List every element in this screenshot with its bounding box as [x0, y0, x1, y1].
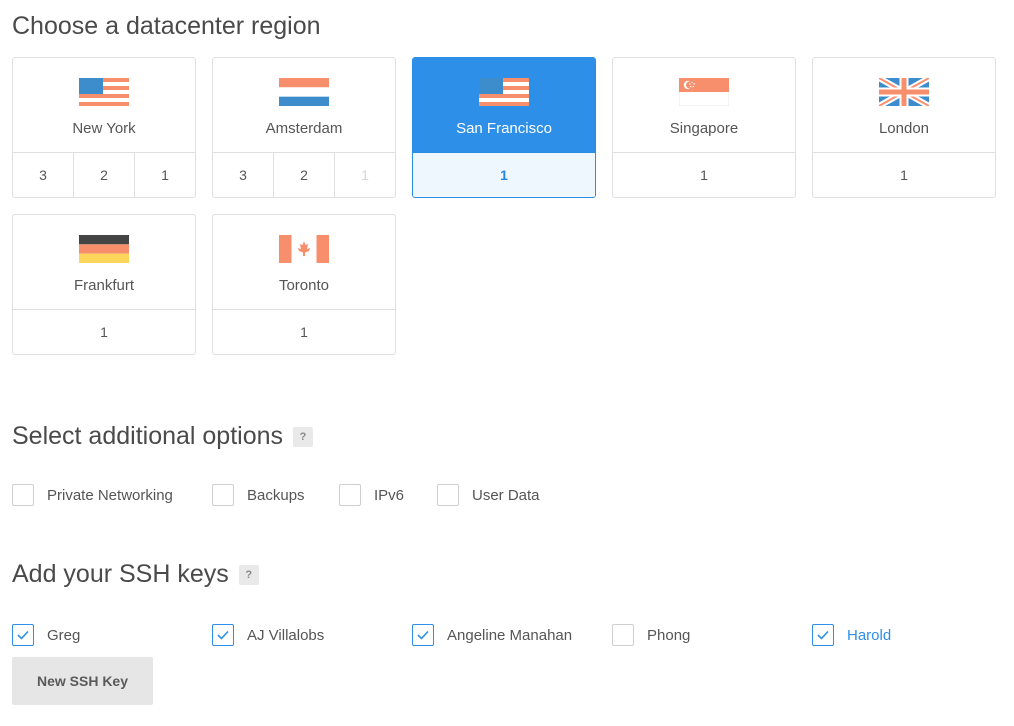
region-card-header: Frankfurt	[13, 215, 195, 310]
region-card-header: Singapore	[613, 58, 795, 153]
datacenter-option[interactable]: 1	[135, 153, 195, 197]
ssh-key-phong[interactable]: Phong	[612, 624, 690, 646]
option-backups[interactable]: Backups	[212, 484, 305, 506]
region-name: San Francisco	[456, 120, 552, 137]
option-private-networking[interactable]: Private Networking	[12, 484, 173, 506]
datacenter-option[interactable]: 3	[213, 153, 274, 197]
region-card-san-francisco[interactable]: San Francisco 1	[412, 57, 596, 198]
region-card-singapore[interactable]: Singapore 1	[612, 57, 796, 198]
checkbox[interactable]	[212, 484, 234, 506]
region-name: London	[878, 120, 930, 137]
option-user-data[interactable]: User Data	[437, 484, 540, 506]
new-ssh-key-button[interactable]: New SSH Key	[12, 657, 153, 705]
datacenter-option[interactable]: 1	[613, 153, 795, 197]
checkmark-icon	[217, 630, 229, 640]
region-card-header: Toronto	[213, 215, 395, 310]
checkbox-checked[interactable]	[412, 624, 434, 646]
region-heading: Choose a datacenter region	[12, 12, 321, 40]
datacenter-option[interactable]: 1	[213, 310, 395, 354]
ssh-key-aj-villalobs[interactable]: AJ Villalobs	[212, 624, 324, 646]
ssh-heading-text: Add your SSH keys	[12, 560, 229, 588]
region-card-new-york[interactable]: New York 3 2 1	[12, 57, 196, 198]
option-label: IPv6	[374, 486, 405, 504]
ssh-key-harold[interactable]: Harold	[812, 624, 891, 646]
region-card-header: Amsterdam	[213, 58, 395, 153]
options-help-icon[interactable]: ?	[293, 426, 314, 447]
ssh-key-angeline-manahan[interactable]: Angeline Manahan	[412, 624, 572, 646]
ssh-key-label: AJ Villalobs	[247, 626, 325, 644]
region-name: Singapore	[669, 120, 739, 137]
checkbox[interactable]	[339, 484, 361, 506]
checkbox[interactable]	[12, 484, 34, 506]
datacenter-list: 1	[613, 153, 795, 197]
checkbox[interactable]	[437, 484, 459, 506]
nl-flag-icon	[279, 78, 329, 106]
option-label: Private Networking	[47, 486, 173, 504]
de-flag-icon	[79, 235, 129, 263]
us-flag-icon	[79, 78, 129, 106]
datacenter-option[interactable]: 3	[13, 153, 74, 197]
region-card-london[interactable]: London 1	[812, 57, 996, 198]
options-heading-text: Select additional options	[12, 422, 284, 450]
region-card-header: San Francisco	[413, 58, 595, 153]
datacenter-list: 3 2 1	[213, 153, 395, 197]
ssh-heading: Add your SSH keys ?	[12, 560, 259, 589]
region-card-toronto[interactable]: Toronto 1	[212, 214, 396, 355]
datacenter-list: 3 2 1	[13, 153, 195, 197]
datacenter-list: 1	[213, 310, 395, 354]
region-name: Frankfurt	[73, 277, 134, 294]
ssh-key-label: Phong	[647, 626, 691, 644]
checkmark-icon	[17, 630, 29, 640]
option-label: Backups	[247, 486, 305, 504]
checkbox-checked[interactable]	[12, 624, 34, 646]
ssh-key-label: Angeline Manahan	[447, 626, 573, 644]
checkmark-icon	[417, 630, 429, 640]
options-heading: Select additional options ?	[12, 422, 314, 451]
datacenter-option[interactable]: 2	[274, 153, 335, 197]
datacenter-option[interactable]: 1	[813, 153, 995, 197]
region-card-frankfurt[interactable]: Frankfurt 1	[12, 214, 196, 355]
option-label: User Data	[472, 486, 540, 504]
region-card-amsterdam[interactable]: Amsterdam 3 2 1	[212, 57, 396, 198]
uk-flag-icon	[879, 78, 929, 106]
us-flag-icon	[479, 78, 529, 106]
datacenter-option-disabled: 1	[361, 167, 369, 183]
datacenter-option[interactable]: 1	[13, 310, 195, 354]
option-ipv6[interactable]: IPv6	[339, 484, 404, 506]
region-name: Amsterdam	[265, 120, 343, 137]
ssh-key-label: Harold	[847, 626, 892, 644]
region-card-header: London	[813, 58, 995, 153]
datacenter-list: 1	[13, 310, 195, 354]
ssh-key-greg[interactable]: Greg	[12, 624, 80, 646]
checkmark-icon	[817, 630, 829, 640]
datacenter-option[interactable]: 2	[74, 153, 135, 197]
datacenter-list: 1	[413, 153, 595, 197]
ssh-key-label: Greg	[47, 626, 81, 644]
datacenter-list: 1	[813, 153, 995, 197]
checkbox-checked[interactable]	[212, 624, 234, 646]
region-card-header: New York	[13, 58, 195, 153]
datacenter-option-selected[interactable]: 1	[413, 153, 595, 197]
region-name: Toronto	[278, 277, 330, 294]
ca-flag-icon	[279, 235, 329, 263]
ssh-help-icon[interactable]: ?	[238, 564, 259, 585]
checkbox[interactable]	[612, 624, 634, 646]
checkbox-checked[interactable]	[812, 624, 834, 646]
sg-flag-icon	[679, 78, 729, 106]
region-name: New York	[72, 120, 136, 137]
